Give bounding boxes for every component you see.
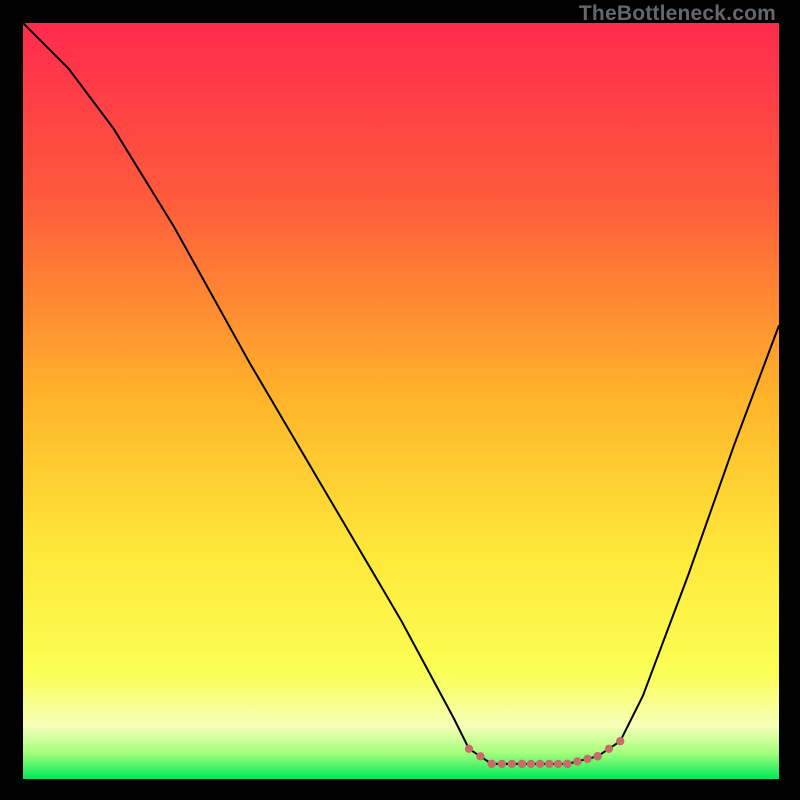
- bottleneck-chart: [23, 23, 779, 779]
- chart-background: [23, 23, 779, 779]
- watermark-text: TheBottleneck.com: [579, 2, 776, 26]
- chart-frame: [23, 23, 779, 779]
